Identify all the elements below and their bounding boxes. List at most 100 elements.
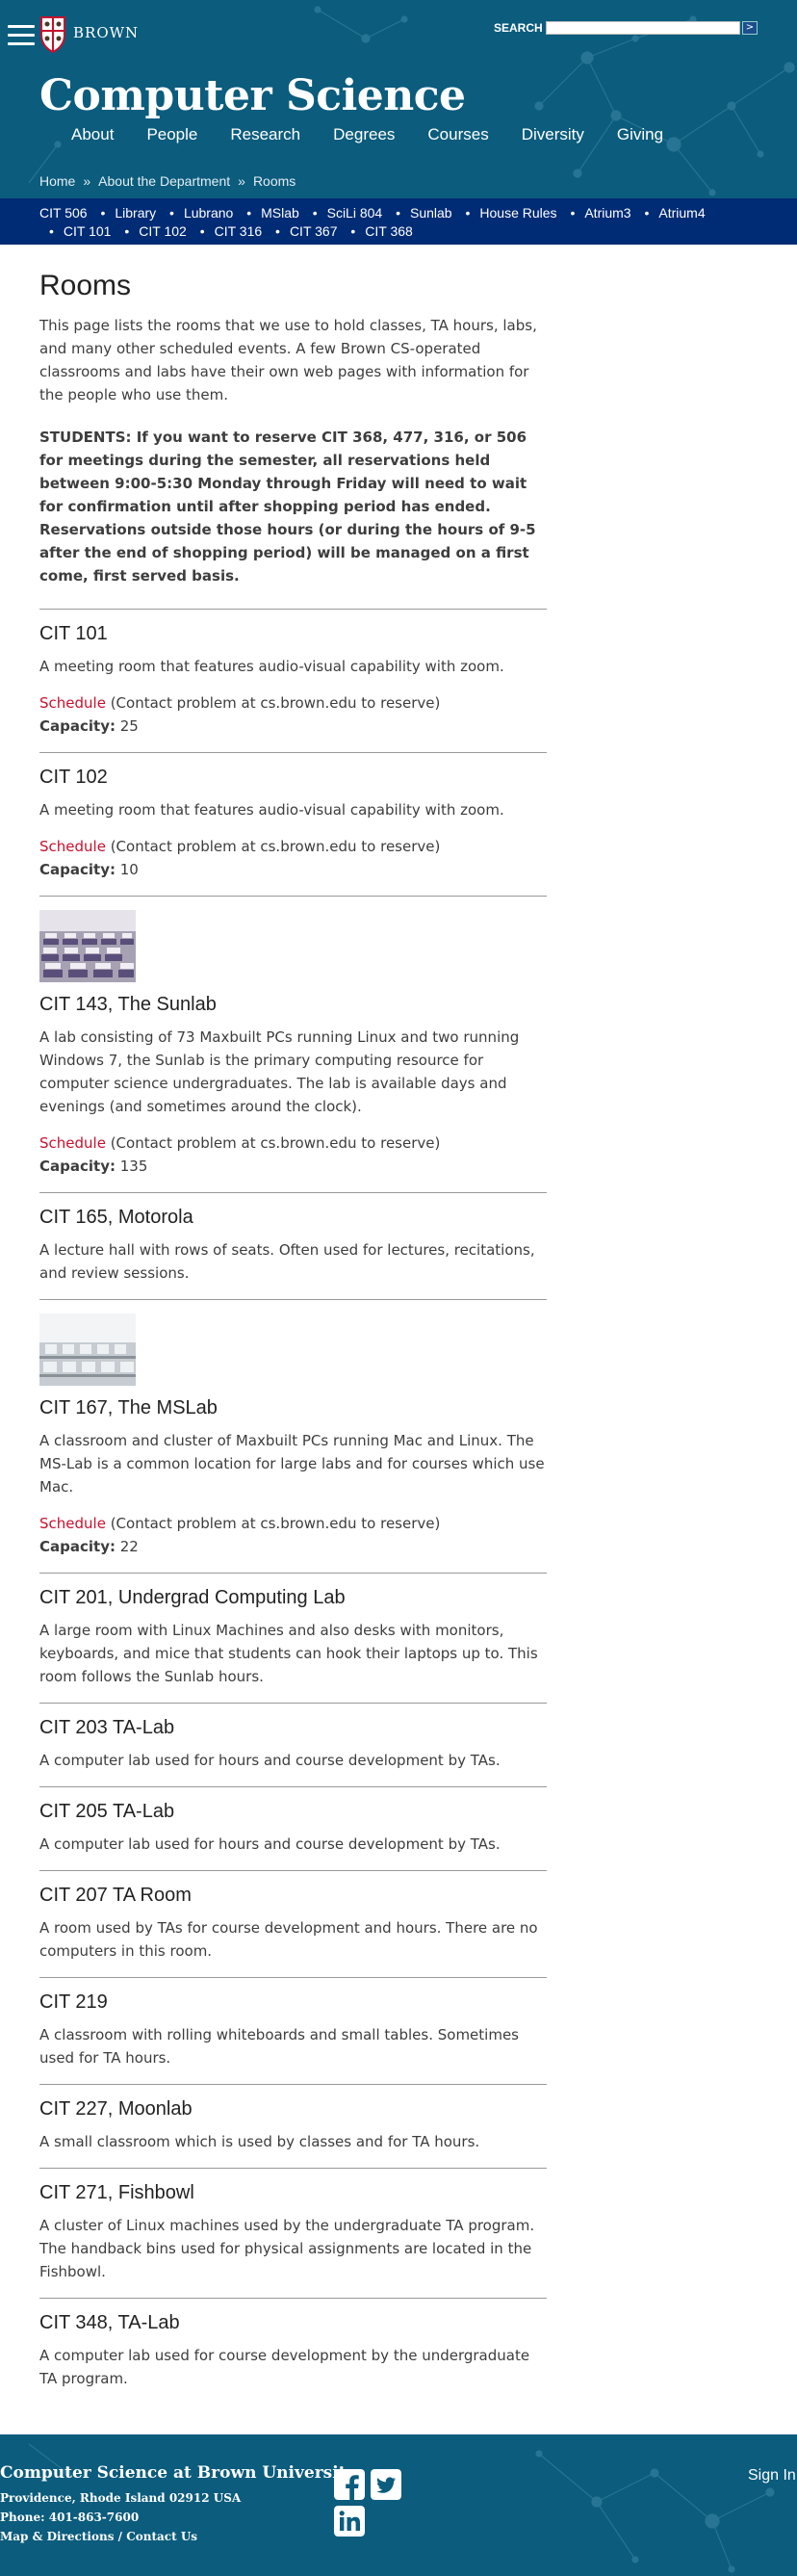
capacity-value: 135: [119, 1158, 148, 1175]
room-description: A computer lab used for course developme…: [39, 2347, 530, 2387]
room-entry: CIT 205 TA-Lab A computer lab used for ho…: [39, 1786, 547, 1870]
room-link-separator: •: [169, 205, 174, 221]
schedule-note: (Contact problem at cs.brown.edu to rese…: [105, 838, 441, 855]
room-quick-link[interactable]: Lubrano: [184, 205, 233, 221]
room-description: A small classroom which is used by class…: [39, 2133, 480, 2150]
room-title: CIT 102: [39, 767, 108, 788]
room-quick-link[interactable]: CIT 316: [215, 223, 263, 239]
search-submit-button[interactable]: >: [742, 21, 758, 35]
room-quick-link[interactable]: SciLi 804: [327, 205, 383, 221]
footer-org-name: Computer Science at Brown University: [0, 2463, 356, 2483]
nav-giving[interactable]: Giving: [617, 125, 663, 144]
room-title: CIT 101: [39, 623, 108, 644]
capacity-value: 25: [119, 717, 139, 735]
room-title: CIT 203 TA-Lab: [39, 1717, 175, 1738]
mslab-photo[interactable]: [39, 1314, 136, 1386]
room-capacity: Capacity: 25: [39, 715, 547, 738]
sign-in-link[interactable]: Sign In: [748, 2467, 796, 2485]
site-title[interactable]: Computer Science: [39, 71, 466, 120]
search-input[interactable]: [546, 21, 740, 35]
nav-research[interactable]: Research: [230, 125, 300, 144]
capacity-label: Capacity:: [39, 717, 116, 735]
capacity-label: Capacity:: [39, 861, 116, 878]
twitter-icon[interactable]: [371, 2469, 401, 2500]
room-quick-link[interactable]: MSlab: [261, 205, 299, 221]
schedule-note: (Contact problem at cs.brown.edu to rese…: [105, 1515, 441, 1532]
breadcrumb-separator: »: [83, 173, 91, 189]
room-entry: CIT 348, TA-Lab A computer lab used for c…: [39, 2298, 547, 2405]
schedule-note: (Contact problem at cs.brown.edu to rese…: [105, 694, 441, 712]
nav-courses[interactable]: Courses: [427, 125, 488, 144]
menu-icon[interactable]: [8, 25, 35, 46]
room-quick-link[interactable]: Atrium4: [658, 205, 705, 221]
room-title: CIT 201, Undergrad Computing Lab: [39, 1587, 346, 1608]
room-entry: CIT 207 TA Room A room used by TAs for co…: [39, 1870, 547, 1977]
nav-degrees[interactable]: Degrees: [333, 125, 395, 144]
room-quick-link[interactable]: Atrium3: [584, 205, 630, 221]
nav-people[interactable]: People: [146, 125, 197, 144]
room-description: A computer lab used for hours and course…: [39, 1752, 501, 1769]
room-link-separator: •: [350, 223, 356, 239]
page-title: Rooms: [39, 270, 132, 301]
room-link-separator: •: [396, 205, 400, 221]
room-description: A classroom and cluster of Maxbuilt PCs …: [39, 1432, 545, 1496]
room-entry: CIT 165, Motorola A lecture hall with row…: [39, 1192, 547, 1299]
room-description: A classroom with rolling whiteboards and…: [39, 2026, 519, 2067]
room-description: A lab consisting of 73 Maxbuilt PCs runn…: [39, 1028, 520, 1115]
room-quick-link[interactable]: CIT 102: [139, 223, 187, 239]
schedule-link[interactable]: Schedule: [39, 694, 106, 712]
schedule-note: (Contact problem at cs.brown.edu to rese…: [105, 1134, 441, 1152]
room-title: CIT 227, Moonlab: [39, 2098, 193, 2120]
main-nav: About People Research Degrees Courses Di…: [71, 125, 696, 144]
footer-contact-info: Computer Science at Brown University Pro…: [0, 2463, 355, 2546]
room-title: CIT 205 TA-Lab: [39, 1801, 175, 1822]
room-links-bar: CIT 506 • Library • Lubrano • MSlab • SciLi …: [0, 198, 797, 245]
room-description: A computer lab used for hours and course…: [39, 1835, 501, 1853]
nav-about[interactable]: About: [71, 125, 114, 144]
capacity-label: Capacity:: [39, 1158, 116, 1175]
room-entry: CIT 271, Fishbowl A cluster of Linux mach…: [39, 2168, 547, 2298]
schedule-link[interactable]: Schedule: [39, 1515, 106, 1532]
room-entry: CIT 201, Undergrad Computing Lab A large …: [39, 1573, 547, 1703]
room-title: CIT 167, The MSLab: [39, 1397, 218, 1418]
schedule-link[interactable]: Schedule: [39, 838, 106, 855]
room-description: A lecture hall with rows of seats. Often…: [39, 1241, 535, 1282]
room-description: A room used by TAs for course developmen…: [39, 1919, 538, 1960]
room-link-separator: •: [246, 205, 252, 221]
room-quick-link[interactable]: Library: [115, 205, 156, 221]
nav-diversity[interactable]: Diversity: [522, 125, 584, 144]
room-quick-link[interactable]: House Rules: [479, 205, 556, 221]
breadcrumb-rooms[interactable]: Rooms: [253, 173, 296, 189]
room-quick-link[interactable]: CIT 368: [365, 223, 413, 239]
room-schedule-line: Schedule (Contact problem at cs.brown.ed…: [39, 691, 547, 715]
room-entry: CIT 227, Moonlab A small classroom which …: [39, 2084, 547, 2168]
room-quick-link[interactable]: CIT 506: [39, 205, 88, 221]
room-title: CIT 348, TA-Lab: [39, 2312, 180, 2333]
room-quick-link[interactable]: CIT 101: [64, 223, 112, 239]
room-schedule-line: Schedule (Contact problem at cs.brown.ed…: [39, 1132, 547, 1155]
room-link-separator: •: [465, 205, 471, 221]
brown-shield-icon: [40, 16, 65, 54]
capacity-value: 22: [119, 1538, 139, 1555]
breadcrumb-about[interactable]: About the Department: [98, 173, 230, 189]
breadcrumb: Home » About the Department » Rooms: [39, 173, 296, 189]
footer-link-separator: /: [114, 2530, 127, 2543]
sunlab-photo[interactable]: [39, 910, 136, 982]
breadcrumb-home[interactable]: Home: [39, 173, 75, 189]
room-quick-link[interactable]: Sunlab: [410, 205, 452, 221]
room-description: A large room with Linux Machines and als…: [39, 1622, 538, 1685]
linkedin-icon[interactable]: [334, 2506, 365, 2537]
schedule-link[interactable]: Schedule: [39, 1134, 106, 1152]
site-footer: Computer Science at Brown University Pro…: [0, 2434, 797, 2576]
map-directions-link[interactable]: Map & Directions: [0, 2530, 114, 2543]
reservation-notice: STUDENTS: If you want to reserve CIT 368…: [39, 429, 536, 585]
brown-logo[interactable]: BROWN: [39, 12, 139, 54]
contact-us-link[interactable]: Contact Us: [126, 2530, 197, 2543]
room-quick-link[interactable]: CIT 367: [290, 223, 338, 239]
room-capacity: Capacity: 22: [39, 1535, 547, 1558]
room-capacity: Capacity: 135: [39, 1155, 547, 1178]
room-link-separator: •: [124, 223, 130, 239]
facebook-icon[interactable]: [334, 2469, 365, 2500]
room-schedule-line: Schedule (Contact problem at cs.brown.ed…: [39, 1512, 547, 1535]
room-schedule-line: Schedule (Contact problem at cs.brown.ed…: [39, 835, 547, 858]
